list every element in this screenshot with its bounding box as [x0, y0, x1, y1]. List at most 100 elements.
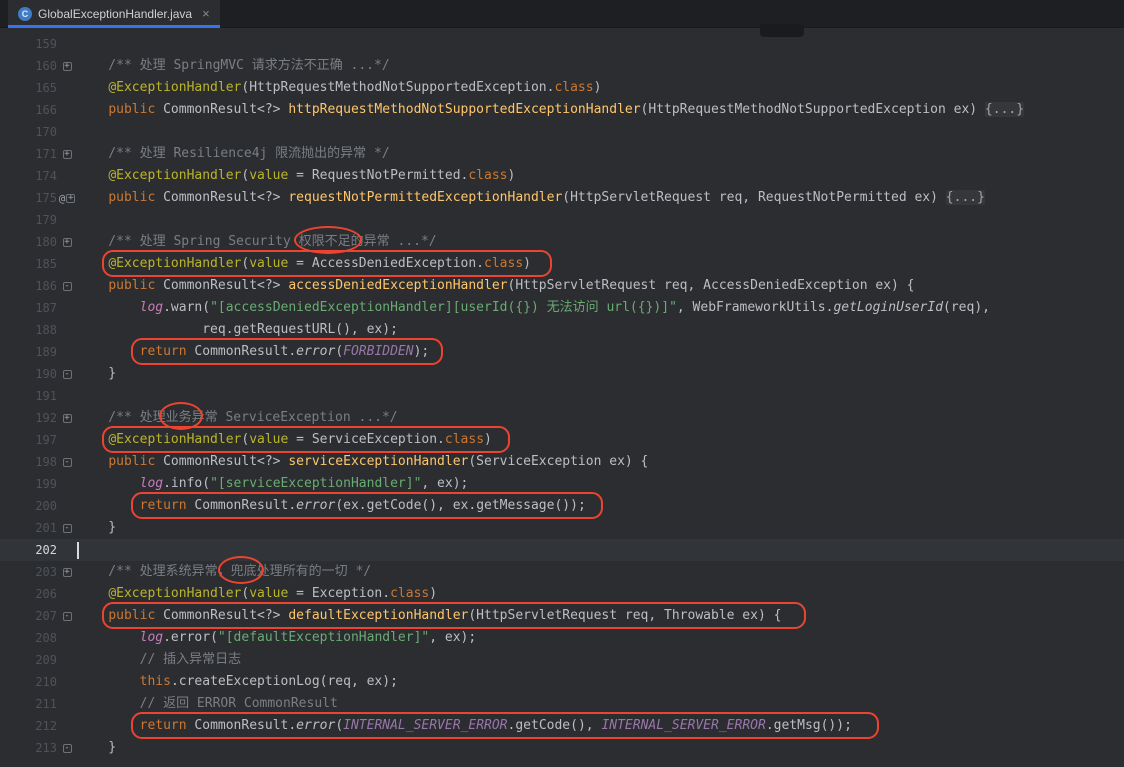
code-line[interactable]: 160+ /** 处理 SpringMVC 请求方法不正确 ...*/ [0, 55, 1124, 77]
fold-icon[interactable]: + [57, 55, 77, 77]
fold-collapse-icon[interactable]: - [63, 282, 72, 291]
line-number[interactable]: 189 [0, 341, 57, 363]
fold-collapse-icon[interactable]: - [63, 370, 72, 379]
line-number[interactable]: 170 [0, 121, 57, 143]
line-number[interactable]: 187 [0, 297, 57, 319]
line-number[interactable]: 160 [0, 55, 57, 77]
line-number[interactable]: 199 [0, 473, 57, 495]
code-line[interactable]: 188 req.getRequestURL(), ex); [0, 319, 1124, 341]
fold-icon[interactable]: - [57, 517, 77, 539]
code-line[interactable]: 200 return CommonResult.error(ex.getCode… [0, 495, 1124, 517]
code-line[interactable]: 166 public CommonResult<?> httpRequestMe… [0, 99, 1124, 121]
line-number[interactable]: 190 [0, 363, 57, 385]
line-number[interactable]: 210 [0, 671, 57, 693]
line-number[interactable]: 180 [0, 231, 57, 253]
line-number[interactable]: 202 [0, 539, 57, 561]
fold-icon[interactable]: - [57, 605, 77, 627]
code-text: @ExceptionHandler(HttpRequestMethodNotSu… [77, 77, 601, 99]
fold-icon[interactable]: + [57, 561, 77, 583]
code-line[interactable]: 207- public CommonResult<?> defaultExcep… [0, 605, 1124, 627]
code-text: /** 处理系统异常，兜底处理所有的一切 */ [77, 561, 371, 583]
fold-expand-icon[interactable]: + [63, 414, 72, 423]
code-line[interactable]: 210 this.createExceptionLog(req, ex); [0, 671, 1124, 693]
code-line[interactable]: 165 @ExceptionHandler(HttpRequestMethodN… [0, 77, 1124, 99]
fold-icon[interactable]: + [57, 407, 77, 429]
fold-icon[interactable]: + [57, 231, 77, 253]
fold-collapse-icon[interactable]: - [63, 524, 72, 533]
line-number[interactable]: 208 [0, 627, 57, 649]
code-line[interactable]: 190- } [0, 363, 1124, 385]
code-line[interactable]: 180+ /** 处理 Spring Security 权限不足的异常 ...*… [0, 231, 1124, 253]
line-number[interactable]: 185 [0, 253, 57, 275]
code-text: @ExceptionHandler(value = Exception.clas… [77, 583, 437, 605]
tab-globalexceptionhandler[interactable]: C GlobalExceptionHandler.java × [8, 0, 220, 27]
line-number[interactable]: 175 [0, 187, 57, 209]
code-editor[interactable]: 159160+ /** 处理 SpringMVC 请求方法不正确 ...*/16… [0, 28, 1124, 767]
line-number[interactable]: 171 [0, 143, 57, 165]
line-number[interactable]: 165 [0, 77, 57, 99]
line-number[interactable]: 179 [0, 209, 57, 231]
fold-collapse-icon[interactable]: - [63, 744, 72, 753]
code-line[interactable]: 186- public CommonResult<?> accessDenied… [0, 275, 1124, 297]
gutter-space [57, 121, 77, 143]
code-line[interactable]: 209 // 插入异常日志 [0, 649, 1124, 671]
line-number[interactable]: 201 [0, 517, 57, 539]
code-line[interactable]: 179 [0, 209, 1124, 231]
fold-collapse-icon[interactable]: - [63, 612, 72, 621]
fold-icon[interactable]: - [57, 451, 77, 473]
code-line[interactable]: 206 @ExceptionHandler(value = Exception.… [0, 583, 1124, 605]
fold-icon[interactable]: + [57, 143, 77, 165]
code-line[interactable]: 202 [0, 539, 1124, 561]
line-number[interactable]: 212 [0, 715, 57, 737]
code-line[interactable]: 197 @ExceptionHandler(value = ServiceExc… [0, 429, 1124, 451]
code-line[interactable]: 213- } [0, 737, 1124, 759]
line-number[interactable]: 174 [0, 165, 57, 187]
line-number[interactable]: 191 [0, 385, 57, 407]
code-line[interactable]: 201- } [0, 517, 1124, 539]
code-line[interactable]: 185 @ExceptionHandler(value = AccessDeni… [0, 253, 1124, 275]
line-number[interactable]: 186 [0, 275, 57, 297]
line-number[interactable]: 209 [0, 649, 57, 671]
line-number[interactable]: 203 [0, 561, 57, 583]
fold-expand-icon[interactable]: + [66, 194, 75, 203]
line-number[interactable]: 207 [0, 605, 57, 627]
code-line[interactable]: 174 @ExceptionHandler(value = RequestNot… [0, 165, 1124, 187]
code-line[interactable]: 212 return CommonResult.error(INTERNAL_S… [0, 715, 1124, 737]
code-line[interactable]: 199 log.info("[serviceExceptionHandler]"… [0, 473, 1124, 495]
line-number[interactable]: 200 [0, 495, 57, 517]
gutter-space [57, 385, 77, 407]
fold-expand-icon[interactable]: + [63, 150, 72, 159]
code-line[interactable]: 211 // 返回 ERROR CommonResult [0, 693, 1124, 715]
line-number[interactable]: 213 [0, 737, 57, 759]
line-number[interactable]: 197 [0, 429, 57, 451]
fold-icon[interactable]: - [57, 275, 77, 297]
fold-expand-icon[interactable]: + [63, 568, 72, 577]
tab-close-icon[interactable]: × [202, 7, 210, 20]
line-number[interactable]: 159 [0, 33, 57, 55]
fold-icon[interactable]: @+ [57, 187, 77, 209]
fold-collapse-icon[interactable]: - [63, 458, 72, 467]
line-number[interactable]: 188 [0, 319, 57, 341]
code-lines: 159160+ /** 处理 SpringMVC 请求方法不正确 ...*/16… [0, 33, 1124, 759]
line-number[interactable]: 198 [0, 451, 57, 473]
code-line[interactable]: 189 return CommonResult.error(FORBIDDEN)… [0, 341, 1124, 363]
fold-icon[interactable]: - [57, 737, 77, 759]
code-line[interactable]: 170 [0, 121, 1124, 143]
fold-expand-icon[interactable]: + [63, 62, 72, 71]
code-line[interactable]: 191 [0, 385, 1124, 407]
line-number[interactable]: 206 [0, 583, 57, 605]
code-text: public CommonResult<?> defaultExceptionH… [77, 605, 781, 627]
code-line[interactable]: 175@+ public CommonResult<?> requestNotP… [0, 187, 1124, 209]
code-line[interactable]: 208 log.error("[defaultExceptionHandler]… [0, 627, 1124, 649]
code-line[interactable]: 192+ /** 处理业务异常 ServiceException ...*/ [0, 407, 1124, 429]
line-number[interactable]: 166 [0, 99, 57, 121]
code-line[interactable]: 198- public CommonResult<?> serviceExcep… [0, 451, 1124, 473]
code-line[interactable]: 159 [0, 33, 1124, 55]
fold-expand-icon[interactable]: + [63, 238, 72, 247]
line-number[interactable]: 211 [0, 693, 57, 715]
code-line[interactable]: 171+ /** 处理 Resilience4j 限流抛出的异常 */ [0, 143, 1124, 165]
line-number[interactable]: 192 [0, 407, 57, 429]
code-line[interactable]: 203 + /** 处理系统异常，兜底处理所有的一切 */ [0, 561, 1124, 583]
code-line[interactable]: 187 log.warn("[accessDeniedExceptionHand… [0, 297, 1124, 319]
fold-icon[interactable]: - [57, 363, 77, 385]
